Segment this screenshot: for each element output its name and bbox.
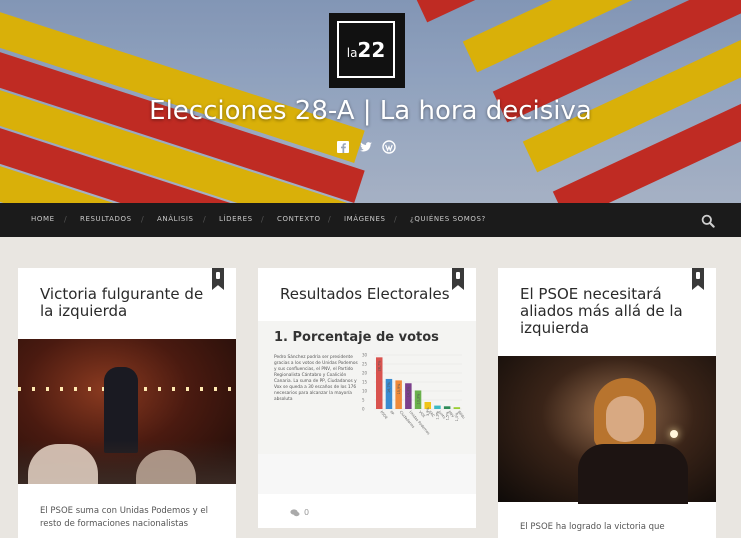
search-icon[interactable] bbox=[701, 213, 715, 228]
main-navigation: HOME / RESULTADOS / ANÁLISIS / LÍDERES /… bbox=[0, 203, 741, 237]
nav-quienes-somos[interactable]: ¿QUIÉNES SOMOS? bbox=[410, 215, 486, 223]
nav-home[interactable]: HOME bbox=[31, 215, 55, 223]
post-image[interactable]: 1. Porcentaje de votos Pedro Sánchez pod… bbox=[258, 321, 476, 454]
chart-category-label: PP bbox=[389, 410, 395, 417]
comment-count-value: 0 bbox=[304, 508, 310, 517]
chart-heading: 1. Porcentaje de votos bbox=[274, 330, 439, 345]
nav-separator: / bbox=[261, 215, 264, 224]
nav-contexto[interactable]: CONTEXTO bbox=[277, 215, 321, 223]
logo-number: 22 bbox=[357, 37, 386, 62]
post-title[interactable]: Resultados Electorales bbox=[280, 286, 454, 303]
post-image[interactable] bbox=[498, 356, 716, 504]
chart-description: Pedro Sánchez podría ser presidente grac… bbox=[274, 355, 358, 402]
woman-body bbox=[578, 444, 688, 504]
social-links bbox=[336, 139, 396, 154]
site-logo[interactable]: la 22 bbox=[329, 13, 405, 88]
nav-lideres[interactable]: LÍDERES bbox=[219, 215, 253, 223]
vote-chart: 30252015105028,7%PSOE16,7%PP15,9%Ciudada… bbox=[362, 353, 466, 436]
woman-face bbox=[606, 396, 644, 442]
site-title[interactable]: Elecciones 28-A | La hora decisiva bbox=[0, 96, 741, 126]
chart-data-label: 28,7% bbox=[378, 360, 382, 372]
chart-data-label: 16,7% bbox=[387, 381, 391, 393]
post-card: Resultados Electorales 1. Porcentaje de … bbox=[258, 268, 476, 528]
nav-separator: / bbox=[64, 215, 67, 224]
chart-tick-label: 10 bbox=[362, 389, 368, 394]
logo-prefix: la bbox=[346, 46, 358, 60]
chart-category-label: PSOE bbox=[379, 410, 389, 420]
nav-resultados[interactable]: RESULTADOS bbox=[80, 215, 132, 223]
logo-frame: la 22 bbox=[337, 21, 395, 78]
comment-count[interactable]: 0 bbox=[290, 508, 309, 517]
card-footer bbox=[258, 454, 476, 494]
post-card: El PSOE necesitará aliados más allá de l… bbox=[498, 268, 716, 538]
wordpress-icon[interactable] bbox=[382, 139, 396, 154]
twitter-icon[interactable] bbox=[359, 139, 373, 153]
chart-tick-label: 20 bbox=[362, 371, 368, 376]
post-excerpt: El PSOE suma con Unidas Podemos y el res… bbox=[40, 506, 208, 529]
post-title[interactable]: El PSOE necesitará aliados más allá de l… bbox=[520, 286, 694, 337]
chart-data-label: 10,3% bbox=[416, 393, 420, 405]
nav-separator: / bbox=[394, 215, 397, 224]
chart-category-label: VOX bbox=[418, 410, 426, 419]
chart-tick-label: 0 bbox=[362, 407, 365, 412]
chart-bar bbox=[434, 405, 441, 409]
chart-bar bbox=[453, 407, 461, 409]
nav-imagenes[interactable]: IMÁGENES bbox=[344, 215, 386, 223]
chart-bar bbox=[443, 406, 451, 409]
chart-data-label: 15,9% bbox=[397, 383, 401, 395]
nav-separator: / bbox=[141, 215, 144, 224]
chart-tick-label: 15 bbox=[362, 380, 368, 385]
post-card: Victoria fulgurante de la izquierda El P… bbox=[18, 268, 236, 538]
chart-tick-label: 25 bbox=[362, 362, 368, 367]
facebook-icon[interactable] bbox=[336, 139, 350, 153]
post-title[interactable]: Victoria fulgurante de la izquierda bbox=[40, 286, 214, 320]
nav-analisis[interactable]: ANÁLISIS bbox=[157, 215, 194, 223]
chart-tick-label: 5 bbox=[362, 398, 365, 403]
camera-flash bbox=[670, 430, 678, 438]
post-image[interactable] bbox=[18, 339, 236, 484]
nav-separator: / bbox=[328, 215, 331, 224]
post-excerpt: El PSOE ha logrado la victoria que bbox=[520, 522, 665, 532]
nav-separator: / bbox=[203, 215, 206, 224]
comments-icon bbox=[290, 508, 300, 516]
chart-tick-label: 30 bbox=[362, 353, 368, 358]
chart-data-label: 14,3% bbox=[407, 386, 411, 398]
